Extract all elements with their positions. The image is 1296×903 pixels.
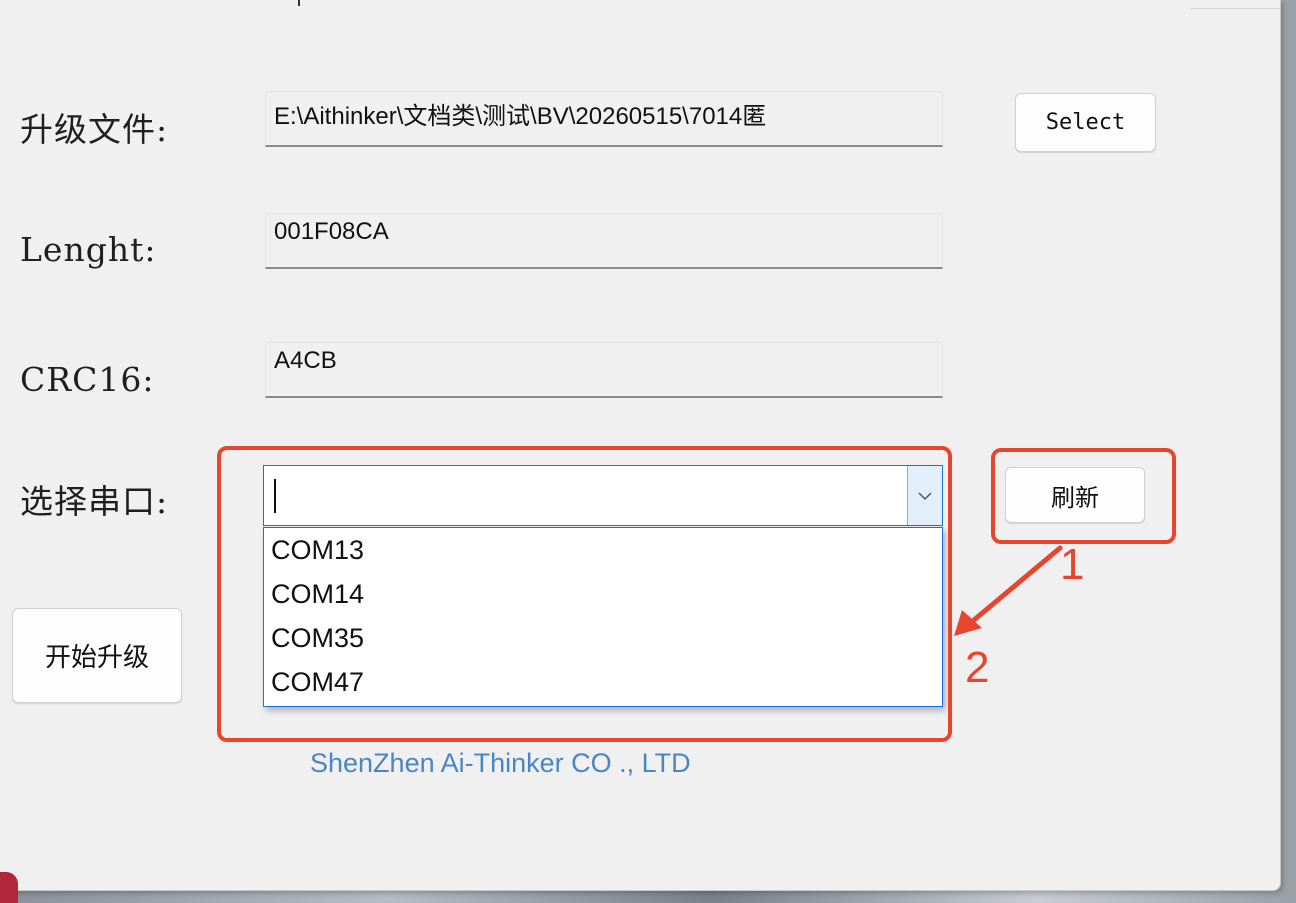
- select-file-button[interactable]: Select: [1015, 93, 1156, 152]
- upgrade-tool-window: 升级文件: E:\Aithinker\文档类\测试\BV\20260515\70…: [0, 0, 1281, 891]
- length-label: Lenght:: [20, 230, 157, 269]
- annotation-number-2: 2: [965, 643, 990, 692]
- annotation-arrow: [954, 545, 1063, 636]
- window-edge-mark: [298, 0, 300, 6]
- annotation-box-refresh: [991, 448, 1176, 544]
- window-corner: [1190, 0, 1280, 9]
- annotation-number-1: 1: [1060, 540, 1085, 589]
- desktop-background-corner: [0, 872, 18, 903]
- start-upgrade-button[interactable]: 开始升级: [12, 608, 182, 703]
- annotation-box-dropdown: [217, 446, 952, 742]
- crc-field: A4CB: [265, 342, 943, 398]
- crc-label: CRC16:: [20, 360, 155, 399]
- file-label: 升级文件:: [20, 110, 169, 149]
- port-label: 选择串口:: [20, 482, 169, 521]
- company-footer: ShenZhen Ai-Thinker CO ., LTD: [310, 748, 691, 778]
- file-path-field[interactable]: E:\Aithinker\文档类\测试\BV\20260515\7014匿: [265, 91, 943, 147]
- length-field: 001F08CA: [265, 213, 943, 269]
